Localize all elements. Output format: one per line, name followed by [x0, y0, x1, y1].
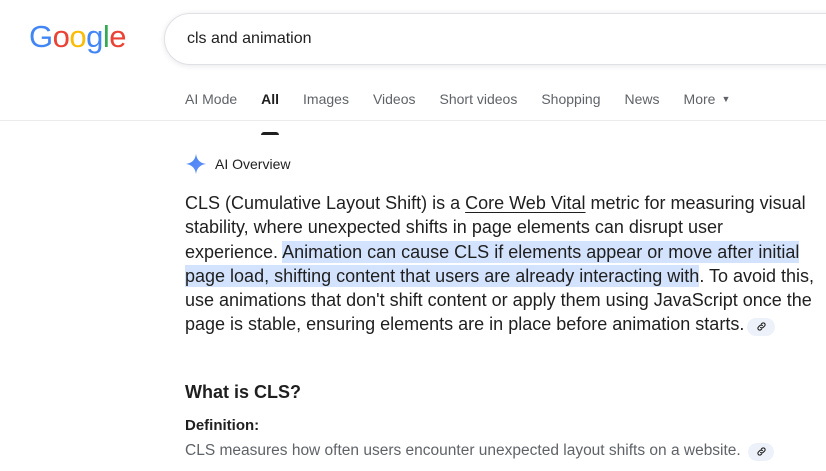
core-web-vital-link[interactable]: Core Web Vital [465, 193, 585, 213]
logo-letter: g [86, 19, 103, 54]
ai-overview-label: AI Overview [215, 156, 291, 172]
link-icon [757, 322, 766, 332]
sparkle-icon [185, 153, 207, 175]
source-link-button[interactable] [747, 317, 776, 336]
ai-overview-header: AI Overview [185, 153, 290, 175]
tab-more[interactable]: More ▼ [684, 90, 731, 122]
tab-short-videos[interactable]: Short videos [440, 90, 518, 122]
source-link-button[interactable] [748, 442, 775, 461]
ai-overview-text: CLS (Cumulative Layout Shift) is a Core … [185, 191, 815, 337]
google-logo[interactable]: Google [29, 19, 127, 55]
tab-more-label: More [683, 91, 716, 107]
logo-letter: e [109, 19, 127, 54]
search-box[interactable]: cls and animation [164, 13, 826, 65]
definition-text: CLS measures how often users encounter u… [185, 442, 741, 459]
definition-text-row: CLS measures how often users encounter u… [185, 442, 775, 461]
tab-all[interactable]: All [261, 90, 279, 135]
paragraph-text: CLS (Cumulative Layout Shift) is a [185, 193, 466, 213]
tab-shopping[interactable]: Shopping [541, 90, 600, 122]
tab-videos[interactable]: Videos [373, 90, 416, 122]
logo-letter: G [29, 19, 53, 54]
definition-label: Definition: [185, 417, 260, 434]
search-tabs: AI Mode All Images Videos Short videos S… [185, 90, 754, 135]
tabs-divider [0, 120, 826, 121]
logo-letter: o [52, 19, 70, 54]
tab-news[interactable]: News [625, 90, 660, 122]
search-input[interactable]: cls and animation [187, 30, 312, 48]
chevron-down-icon: ▼ [721, 94, 731, 104]
tab-images[interactable]: Images [303, 90, 349, 122]
link-icon [756, 447, 766, 456]
logo-letter: o [69, 19, 87, 54]
section-title: What is CLS? [185, 382, 301, 402]
tab-ai-mode[interactable]: AI Mode [185, 90, 237, 122]
